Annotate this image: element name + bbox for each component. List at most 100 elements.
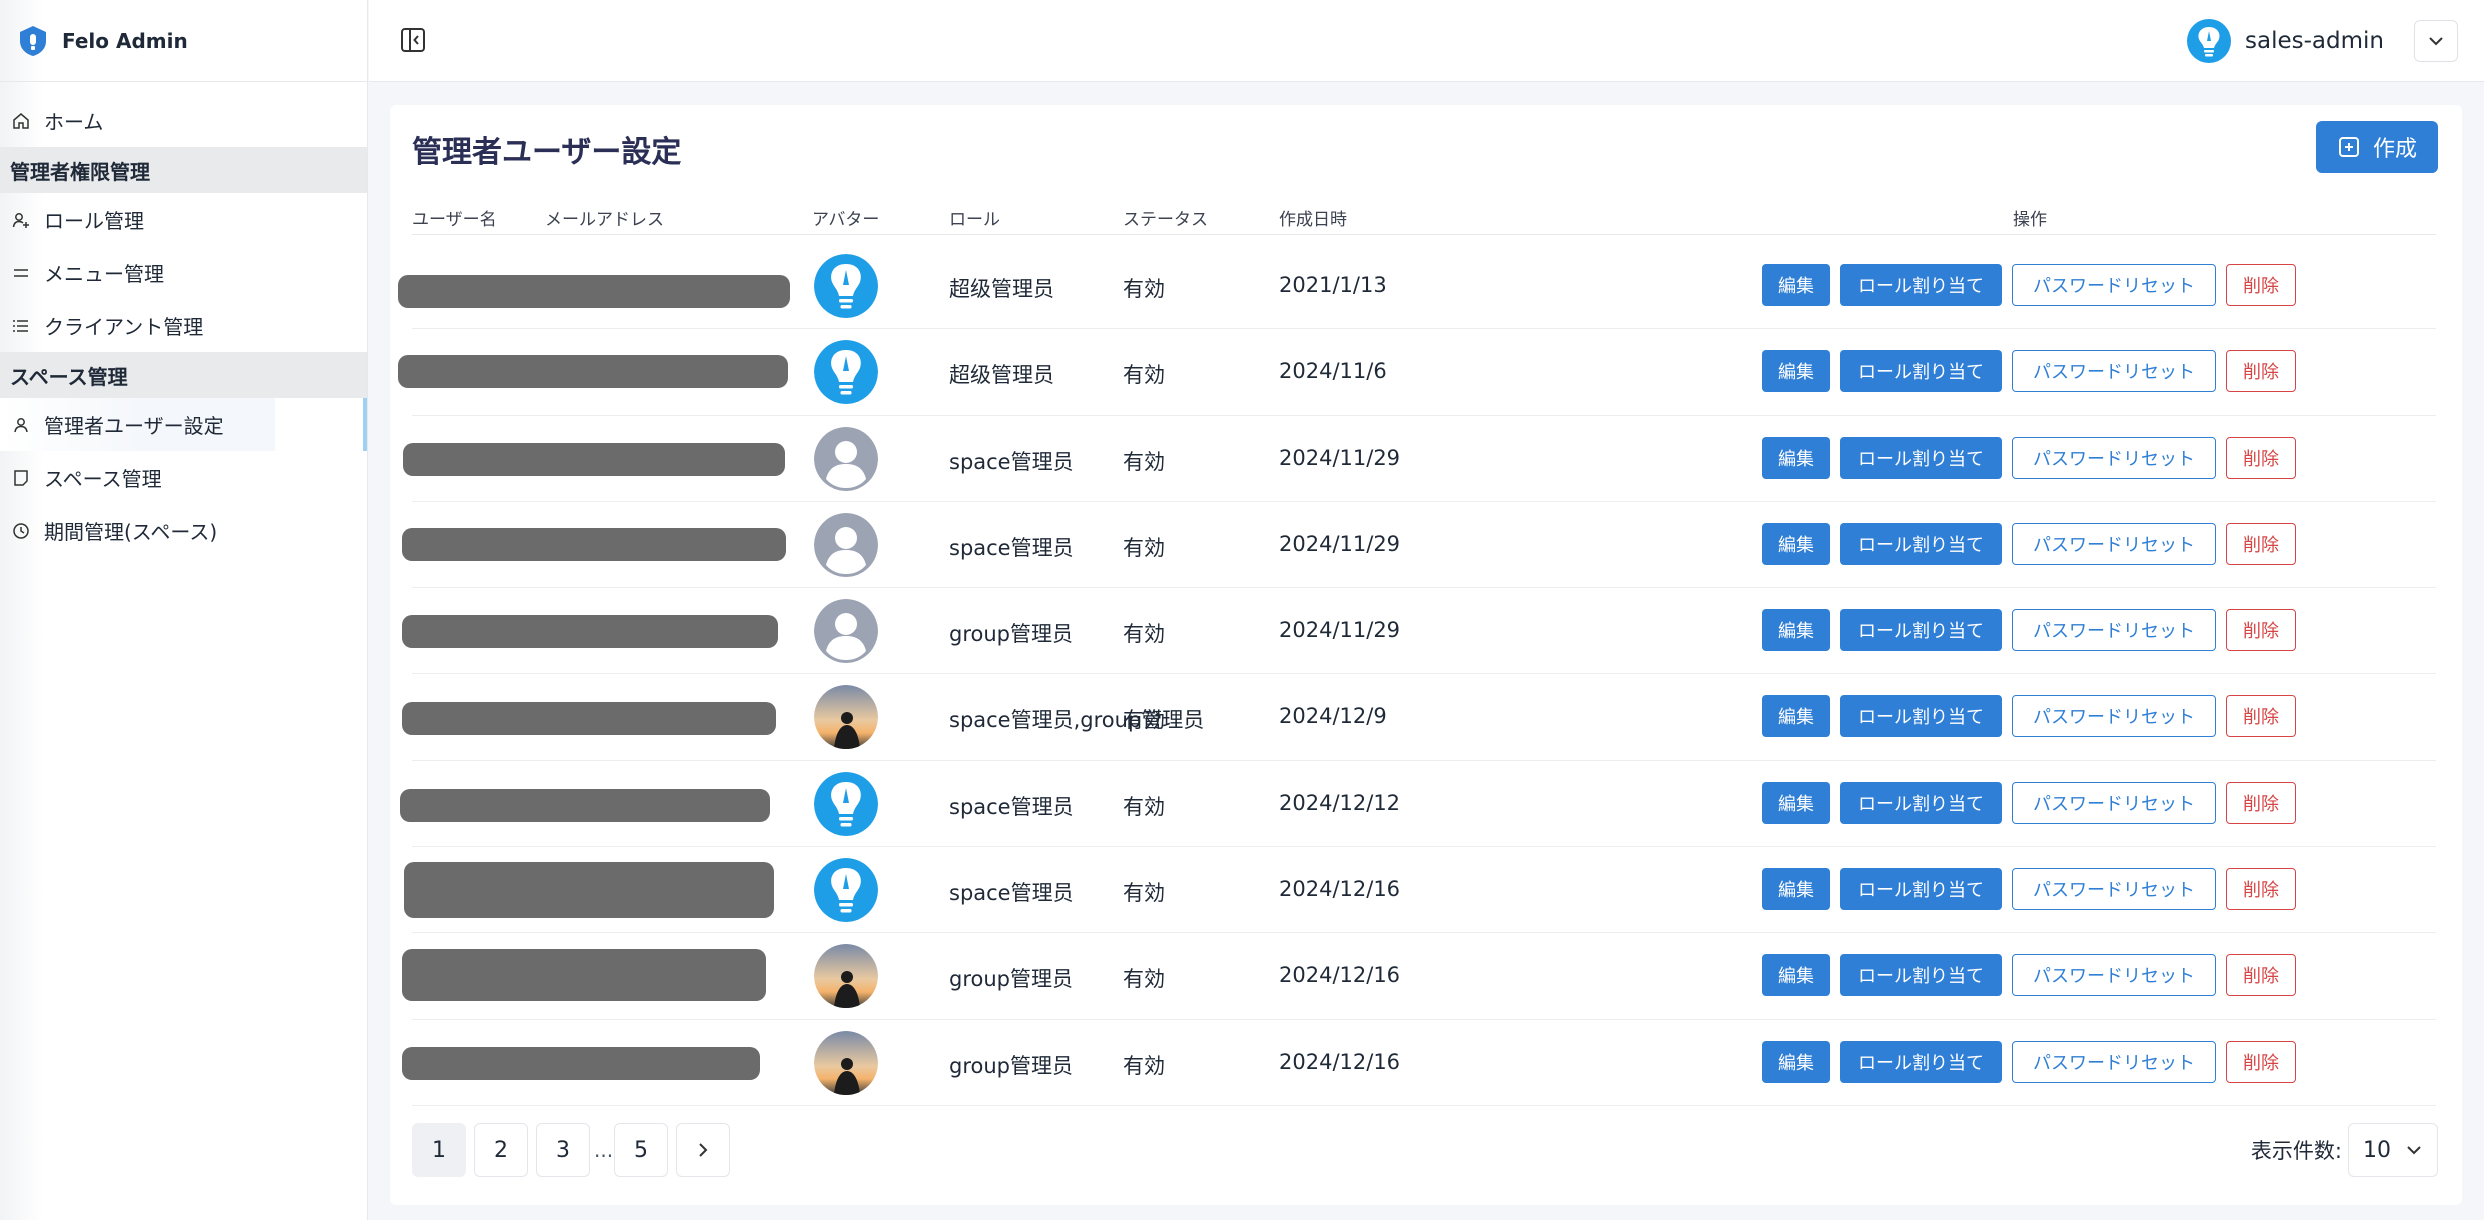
reset-password-button[interactable]: パスワードリセット [2012, 522, 2216, 565]
delete-button[interactable]: 削除 [2226, 522, 2296, 565]
edit-button[interactable]: 編集 [1762, 1040, 1830, 1083]
assign-role-button[interactable]: ロール割り当て [1840, 695, 2002, 738]
sidebar-item-roles[interactable]: ロール管理 [0, 193, 367, 246]
row-actions: 編集 ロール割り当て パスワードリセット 削除 [1762, 264, 2306, 306]
redacted-name-email [400, 788, 770, 822]
edit-button[interactable]: 編集 [1762, 350, 1830, 393]
edit-button[interactable]: 編集 [1762, 609, 1830, 652]
assign-role-button[interactable]: ロール割り当て [1840, 436, 2002, 479]
assign-role-button[interactable]: ロール割り当て [1840, 264, 2002, 306]
chevron-down-icon [2407, 1146, 2421, 1155]
edit-button[interactable]: 編集 [1762, 436, 1830, 479]
user-plus-icon [12, 211, 30, 229]
table-body: 超级管理员 有効 2021/1/13 編集 ロール割り当て パスワードリセット … [398, 243, 2436, 1106]
row-actions: 編集 ロール割り当て パスワードリセット 削除 [1762, 1040, 2306, 1083]
assign-role-button[interactable]: ロール割り当て [1840, 954, 2002, 997]
table-row: 超级管理员 有効 2024/11/6 編集 ロール割り当て パスワードリセット … [398, 329, 2436, 416]
page-button-5[interactable]: 5 [614, 1123, 668, 1177]
edit-button[interactable]: 編集 [1762, 522, 1830, 565]
reset-password-button[interactable]: パスワードリセット [2012, 695, 2216, 738]
page-button-1[interactable]: 1 [412, 1123, 466, 1177]
pagination: 1 2 3 ... 5 [412, 1123, 738, 1177]
page-size-select[interactable]: 10 [2348, 1123, 2438, 1177]
delete-button[interactable]: 削除 [2226, 1040, 2296, 1083]
edit-button[interactable]: 編集 [1762, 781, 1830, 824]
sidebar-collapse-icon[interactable] [399, 26, 427, 54]
sunset-photo-icon [814, 944, 878, 1009]
default-user-icon [814, 426, 878, 491]
row-actions: 編集 ロール割り当て パスワードリセット 削除 [1762, 609, 2306, 652]
reset-password-button[interactable]: パスワードリセット [2012, 954, 2216, 997]
table-row: space管理员,group管理员 有効 2024/12/9 編集 ロール割り当… [402, 674, 2436, 761]
main-card: 管理者ユーザー設定 作成 ユーザー名 メールアドレス アバター ロール ステータ… [390, 105, 2462, 1205]
default-user-icon [814, 599, 878, 664]
sunset-photo-icon [814, 685, 878, 750]
page-button-2[interactable]: 2 [474, 1123, 528, 1177]
redacted-name-email [402, 527, 786, 561]
delete-button[interactable]: 削除 [2226, 264, 2296, 306]
sidebar-item-menus[interactable]: メニュー管理 [0, 246, 367, 299]
assign-role-button[interactable]: ロール割り当て [1840, 868, 2002, 911]
role-cell: space管理员 [949, 794, 1074, 819]
sidebar-item-label: ロール管理 [44, 209, 144, 233]
delete-button[interactable]: 削除 [2226, 695, 2296, 738]
top-header: sales-admin [369, 0, 2484, 82]
reset-password-button[interactable]: パスワードリセット [2012, 264, 2216, 306]
reset-password-button[interactable]: パスワードリセット [2012, 609, 2216, 652]
plus-square-icon [2338, 137, 2359, 157]
row-actions: 編集 ロール割り当て パスワードリセット 削除 [1762, 695, 2306, 738]
delete-button[interactable]: 削除 [2226, 350, 2296, 393]
assign-role-button[interactable]: ロール割り当て [1840, 350, 2002, 393]
felo-logo-icon[interactable] [2187, 19, 2232, 63]
sidebar-item-label: メニュー管理 [44, 262, 164, 286]
create-button[interactable]: 作成 [2316, 121, 2438, 173]
assign-role-button[interactable]: ロール割り当て [1840, 1040, 2002, 1083]
delete-button[interactable]: 削除 [2226, 781, 2296, 824]
edit-button[interactable]: 編集 [1762, 264, 1830, 306]
reset-password-button[interactable]: パスワードリセット [2012, 350, 2216, 393]
table-header: ユーザー名 メールアドレス アバター ロール ステータス 作成日時 操作 [412, 197, 2436, 235]
assign-role-button[interactable]: ロール割り当て [1840, 522, 2002, 565]
clock-icon [12, 522, 30, 540]
status-cell: 有効 [1123, 535, 1165, 560]
next-page-button[interactable] [676, 1123, 730, 1177]
assign-role-button[interactable]: ロール割り当て [1840, 609, 2002, 652]
status-cell: 有効 [1123, 363, 1165, 388]
edit-button[interactable]: 編集 [1762, 695, 1830, 738]
sidebar-item-admin-users[interactable]: 管理者ユーザー設定 [0, 398, 367, 451]
delete-button[interactable]: 削除 [2226, 609, 2296, 652]
assign-role-button[interactable]: ロール割り当て [1840, 781, 2002, 824]
edit-button[interactable]: 編集 [1762, 868, 1830, 911]
list-icon [12, 317, 30, 335]
redacted-name-email [398, 355, 788, 389]
column-status: ステータス [1123, 210, 1208, 230]
sidebar-item-periods[interactable]: 期間管理(スペース) [0, 504, 367, 557]
page-button-3[interactable]: 3 [536, 1123, 590, 1177]
pagination-ellipsis: ... [594, 1138, 614, 1162]
sidebar-item-home[interactable]: ホーム [0, 94, 367, 147]
brand[interactable]: Felo Admin [0, 0, 367, 82]
table-row: group管理员 有効 2024/12/16 編集 ロール割り当て パスワードリ… [402, 1020, 2436, 1106]
username[interactable]: sales-admin [2245, 28, 2384, 54]
row-actions: 編集 ロール割り当て パスワードリセット 削除 [1762, 868, 2306, 911]
user-menu-button[interactable] [2414, 20, 2458, 62]
reset-password-button[interactable]: パスワードリセット [2012, 868, 2216, 911]
status-cell: 有効 [1123, 881, 1165, 906]
role-cell: space管理员 [949, 449, 1074, 474]
reset-password-button[interactable]: パスワードリセット [2012, 1040, 2216, 1083]
delete-button[interactable]: 削除 [2226, 436, 2296, 479]
edit-button[interactable]: 編集 [1762, 954, 1830, 997]
sidebar-item-spaces[interactable]: スペース管理 [0, 451, 367, 504]
row-actions: 編集 ロール割り当て パスワードリセット 削除 [1762, 350, 2306, 393]
reset-password-button[interactable]: パスワードリセット [2012, 781, 2216, 824]
user-area: sales-admin [2187, 0, 2484, 82]
delete-button[interactable]: 削除 [2226, 868, 2296, 911]
redacted-name-email [402, 702, 776, 736]
table-row: space管理员 有効 2024/11/29 編集 ロール割り当て パスワードリ… [403, 416, 2436, 502]
delete-button[interactable]: 削除 [2226, 954, 2296, 997]
status-cell: 有効 [1123, 1053, 1165, 1078]
felo-logo-icon [814, 771, 878, 836]
reset-password-button[interactable]: パスワードリセット [2012, 436, 2216, 479]
sunset-photo-icon [814, 1030, 878, 1095]
sidebar-item-clients[interactable]: クライアント管理 [0, 299, 367, 352]
